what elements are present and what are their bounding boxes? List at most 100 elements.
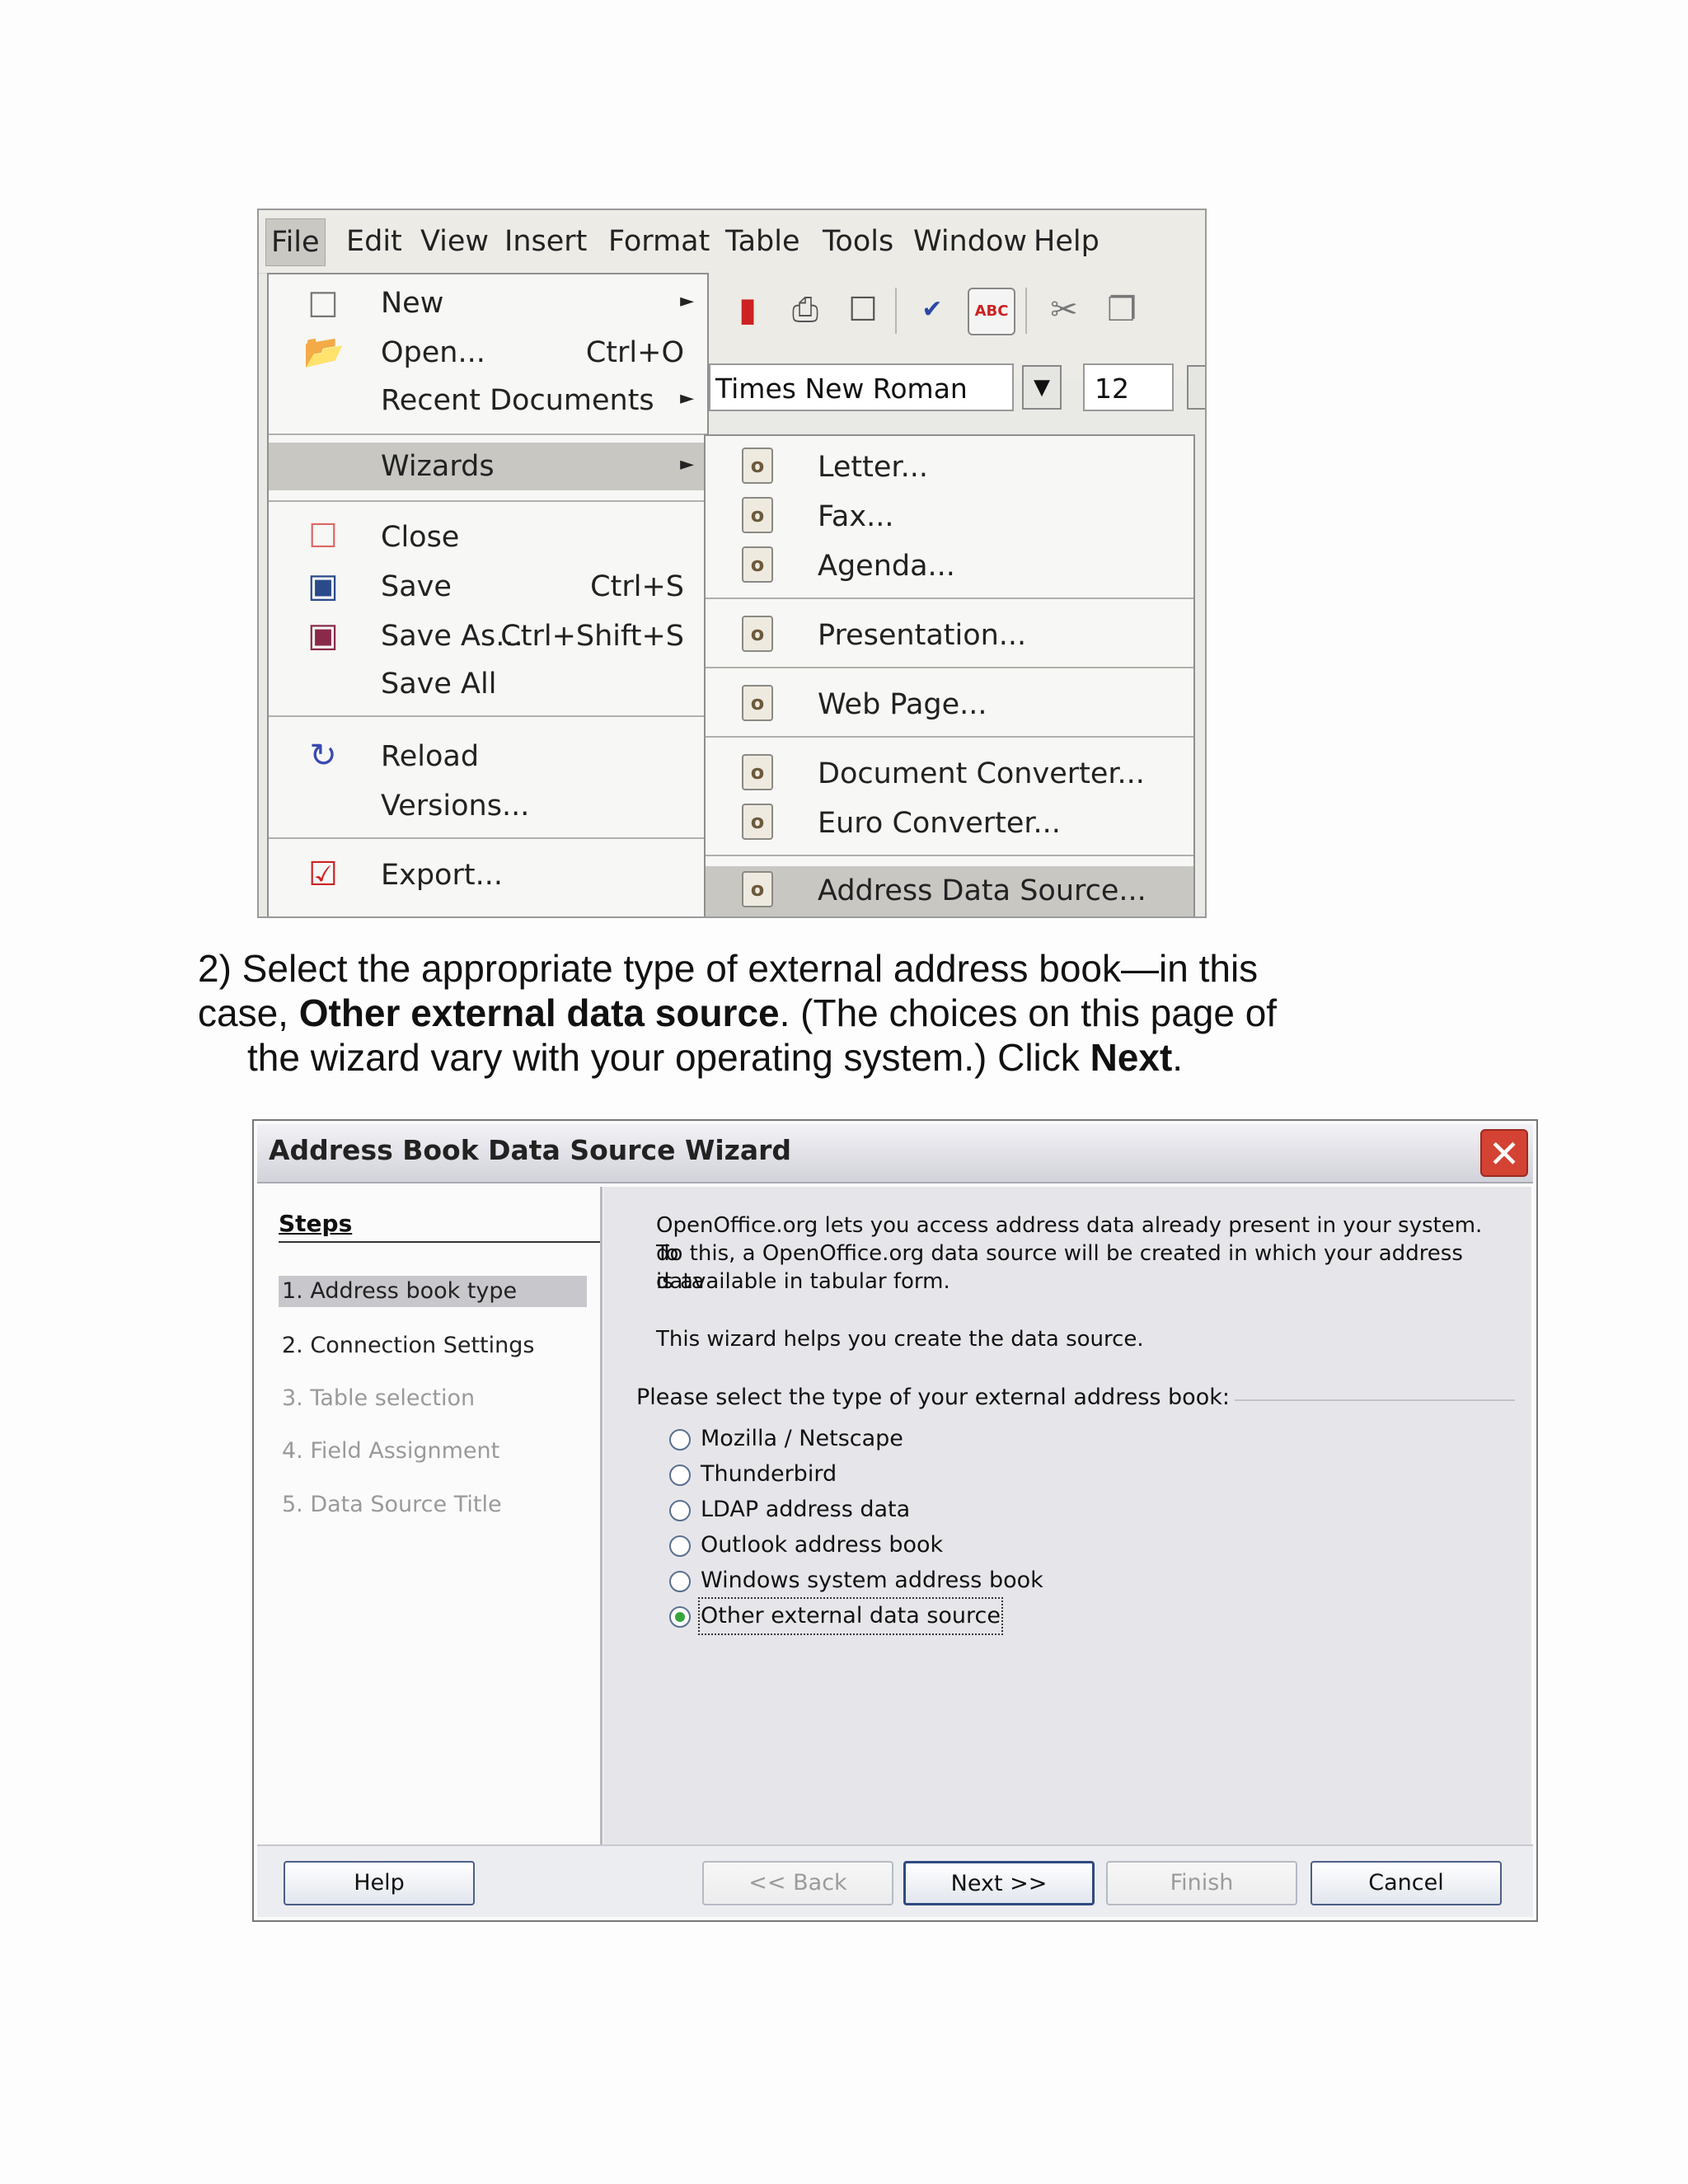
- finish-button[interactable]: Finish: [1106, 1861, 1297, 1905]
- wizard-icon: o: [742, 871, 780, 912]
- wizard-item-fax[interactable]: o Fax...: [706, 492, 1193, 541]
- instruction-text: .: [1172, 1036, 1184, 1079]
- cut-icon[interactable]: ✂: [1042, 288, 1086, 332]
- menu-item-label: Wizards: [381, 450, 495, 483]
- close-icon[interactable]: ✕: [1480, 1129, 1528, 1177]
- submenu-arrow-icon: ►: [680, 291, 694, 312]
- menu-window[interactable]: Window: [908, 218, 1032, 265]
- font-size-dropdown-arrow[interactable]: [1187, 365, 1205, 410]
- menu-file[interactable]: File: [265, 218, 326, 266]
- wizard-item-euro-converter[interactable]: o Euro Converter...: [706, 799, 1193, 848]
- file-menu: □ New ► 📂 Open... Ctrl+O Recent Document…: [267, 273, 709, 916]
- cancel-button[interactable]: Cancel: [1311, 1861, 1502, 1905]
- radio-label: Other external data source: [698, 1597, 1003, 1635]
- instruction-text: case,: [198, 991, 299, 1034]
- open-folder-icon: 📂: [303, 333, 345, 371]
- wizard-item-label: Letter...: [818, 451, 928, 484]
- wizard-item-presentation[interactable]: o Presentation...: [706, 611, 1193, 660]
- wizard-content: OpenOffice.org lets you access address d…: [603, 1187, 1531, 1848]
- menu-item-wizards[interactable]: Wizards ►: [269, 443, 707, 490]
- steps-divider: [279, 1241, 600, 1243]
- font-name-dropdown-arrow[interactable]: ▼: [1022, 365, 1062, 410]
- step-address-book-type[interactable]: 1. Address book type: [279, 1276, 587, 1307]
- page-preview-icon[interactable]: ☐: [841, 288, 885, 332]
- wizard-item-agenda[interactable]: o Agenda...: [706, 541, 1193, 591]
- menu-item-reload[interactable]: ↻ Reload: [269, 733, 707, 780]
- menu-help[interactable]: Help: [1029, 218, 1104, 265]
- menu-item-label: New: [381, 287, 444, 320]
- menu-item-label: Close: [381, 521, 460, 554]
- wizard-item-label: Web Page...: [818, 688, 987, 721]
- instruction-text: . (The choices on this page of: [779, 991, 1278, 1034]
- menu-item-close[interactable]: ☐ Close: [269, 513, 707, 561]
- menu-item-save-as[interactable]: ▣ Save As... Ctrl+Shift+S: [269, 612, 707, 660]
- radio-label: Mozilla / Netscape: [701, 1426, 903, 1451]
- next-button[interactable]: Next >>: [903, 1861, 1095, 1905]
- menu-separator: [269, 837, 707, 839]
- menu-view[interactable]: View: [415, 218, 494, 265]
- menu-separator: [706, 598, 1193, 599]
- wizard-item-document-converter[interactable]: o Document Converter...: [706, 749, 1193, 799]
- wizard-icon: o: [742, 616, 780, 657]
- menu-item-recent-documents[interactable]: Recent Documents ►: [269, 377, 707, 424]
- menu-insert[interactable]: Insert: [499, 218, 592, 265]
- dialog-button-bar: Help << Back Next >> Finish Cancel: [257, 1844, 1533, 1917]
- menu-edit[interactable]: Edit: [341, 218, 407, 265]
- menu-separator: [706, 855, 1193, 856]
- submenu-arrow-icon: ►: [680, 388, 694, 409]
- radio-button[interactable]: [669, 1465, 691, 1486]
- radio-button[interactable]: [669, 1535, 691, 1557]
- menu-item-export[interactable]: ☑ Export...: [269, 851, 707, 899]
- spellcheck-icon[interactable]: ✔: [910, 288, 954, 332]
- autospellcheck-icon[interactable]: ABC: [968, 288, 1015, 335]
- menu-separator: [706, 667, 1193, 668]
- file-menu-screenshot: File Edit View Insert Format Table Tools…: [257, 209, 1207, 918]
- radio-button-checked[interactable]: [669, 1606, 691, 1628]
- wizard-icon: o: [742, 448, 780, 489]
- menu-tools[interactable]: Tools: [818, 218, 898, 265]
- wizard-item-label: Euro Converter...: [818, 807, 1061, 840]
- wizard-icon: o: [742, 804, 780, 845]
- menu-item-versions[interactable]: Versions...: [269, 782, 707, 830]
- wizard-item-address-data-source[interactable]: o Address Data Source...: [706, 866, 1193, 916]
- menu-separator: [269, 715, 707, 717]
- pdf-export-icon[interactable]: ▮: [725, 288, 770, 332]
- menu-item-save-all[interactable]: Save All: [269, 660, 707, 708]
- menu-separator: [706, 736, 1193, 738]
- radio-button[interactable]: [669, 1571, 691, 1592]
- wizard-icon: o: [742, 497, 780, 538]
- wizard-item-label: Presentation...: [818, 619, 1027, 652]
- copy-icon[interactable]: ❐: [1100, 288, 1144, 332]
- intro-text: is available in tabular form.: [656, 1269, 950, 1294]
- help-button[interactable]: Help: [284, 1861, 475, 1905]
- menu-item-open[interactable]: 📂 Open... Ctrl+O: [269, 329, 707, 377]
- wizard-item-letter[interactable]: o Letter...: [706, 443, 1193, 492]
- wizard-item-label: Document Converter...: [818, 757, 1145, 790]
- radio-label: LDAP address data: [701, 1497, 911, 1522]
- step-connection-settings[interactable]: 2. Connection Settings: [279, 1330, 587, 1361]
- menu-separator: [269, 500, 707, 502]
- radio-button[interactable]: [669, 1500, 691, 1521]
- wizard-item-web-page[interactable]: o Web Page...: [706, 680, 1193, 729]
- dialog-titlebar: Address Book Data Source Wizard ✕: [257, 1124, 1533, 1183]
- step-data-source-title: 5. Data Source Title: [282, 1492, 502, 1517]
- instruction-line: 2) Select the appropriate type of extern…: [198, 947, 1259, 990]
- intro-text: This wizard helps you create the data so…: [656, 1327, 1144, 1352]
- radio-button[interactable]: [669, 1429, 691, 1451]
- menu-table[interactable]: Table: [720, 218, 805, 265]
- menu-format[interactable]: Format: [603, 218, 715, 265]
- menu-item-label: Reload: [381, 740, 480, 773]
- step-table-selection: 3. Table selection: [282, 1385, 476, 1411]
- instruction-line: case, Other external data source. (The c…: [198, 991, 1451, 1035]
- wizard-icon: o: [742, 754, 780, 795]
- radio-label: Outlook address book: [701, 1532, 944, 1558]
- steps-panel: Steps 1. Address book type 2. Connection…: [260, 1187, 603, 1848]
- font-size-combo[interactable]: 12: [1083, 363, 1174, 411]
- menu-item-save[interactable]: ▣ Save Ctrl+S: [269, 563, 707, 611]
- print-icon[interactable]: ⎙: [783, 288, 828, 332]
- menu-item-new[interactable]: □ New ►: [269, 279, 707, 327]
- back-button[interactable]: << Back: [702, 1861, 893, 1905]
- font-name-combo[interactable]: Times New Roman: [709, 363, 1014, 411]
- save-as-icon: ▣: [307, 616, 339, 654]
- toolbar-separator: [895, 288, 897, 334]
